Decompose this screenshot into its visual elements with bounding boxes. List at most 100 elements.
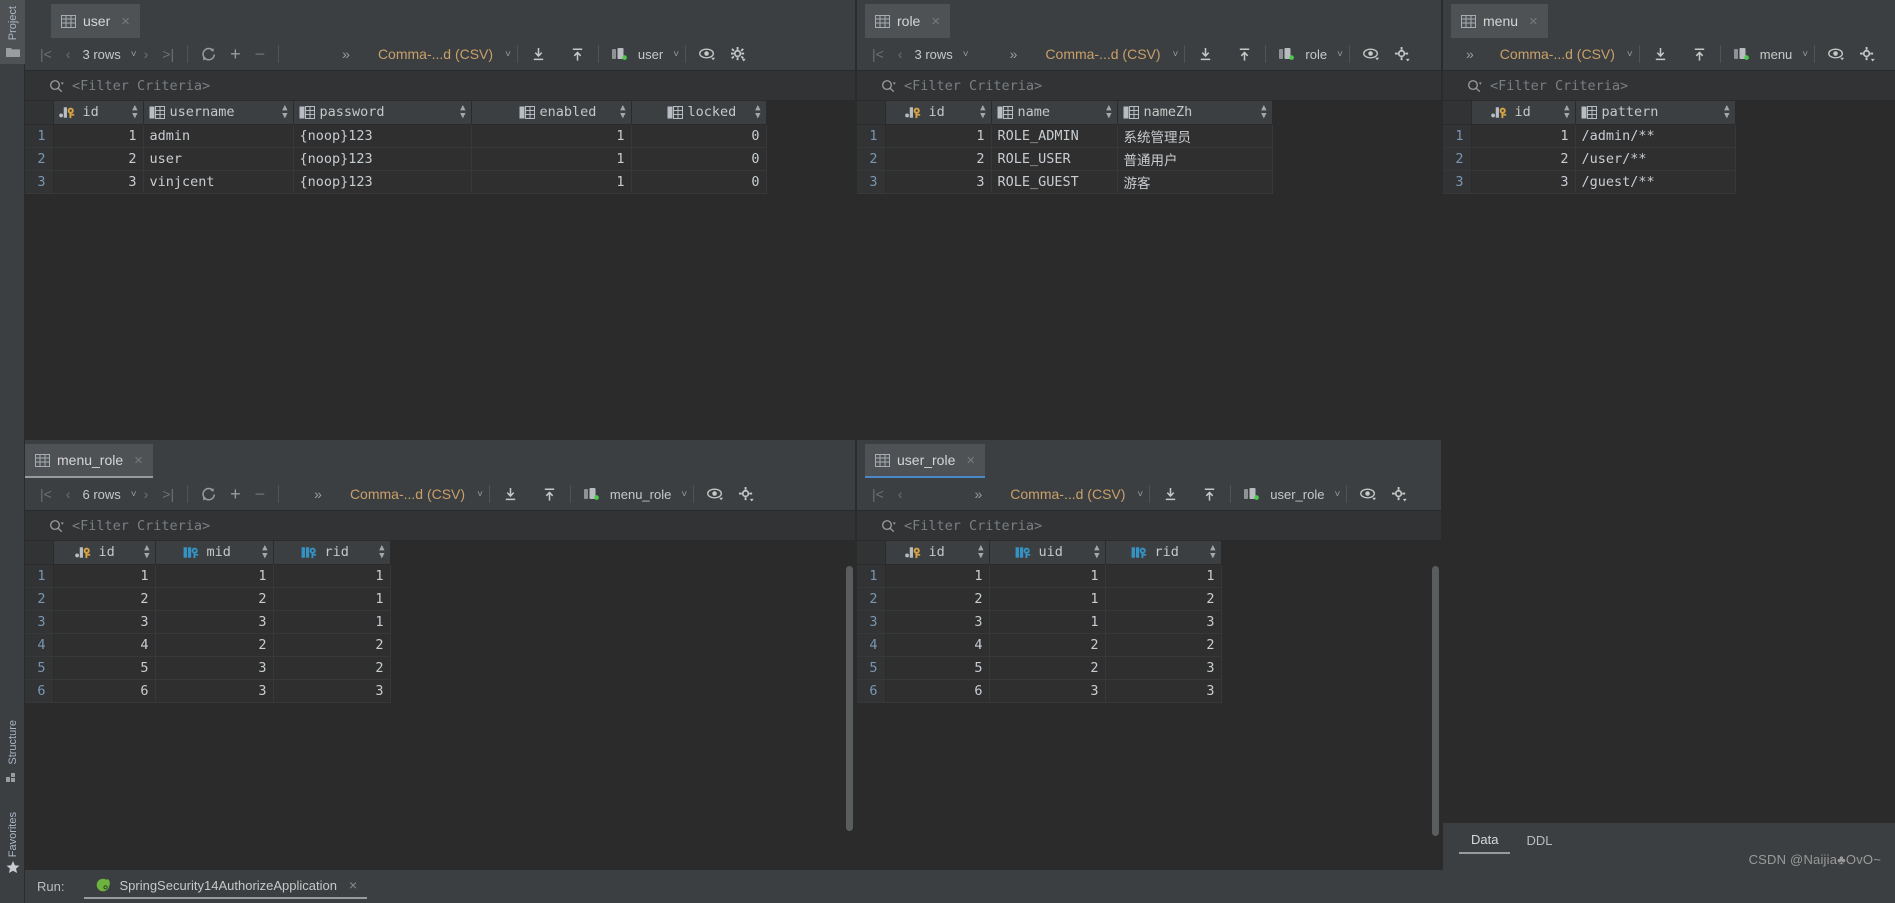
datasource-label[interactable]: menu_role <box>607 481 676 507</box>
search-icon[interactable] <box>881 519 896 533</box>
cell-id[interactable]: 1 <box>1471 124 1576 148</box>
download-icon[interactable] <box>524 41 553 67</box>
cell-uid[interactable]: 1 <box>989 564 1106 588</box>
upload-icon[interactable] <box>563 41 592 67</box>
sort-icon[interactable]: ▲ ▼ <box>1210 544 1215 561</box>
chevron-down-icon[interactable]: ˅ <box>477 489 483 500</box>
table-body[interactable]: 1111 2212 3313 4422 5523 6633 <box>857 564 1441 703</box>
chevron-down-icon[interactable]: ˅ <box>963 49 969 60</box>
cell-rid[interactable]: 3 <box>1105 656 1222 680</box>
col-header-enabled[interactable]: enabled ▲ ▼ <box>471 101 632 125</box>
cell-id[interactable]: 2 <box>885 587 990 611</box>
col-header-id[interactable]: id ▲ ▼ <box>1471 101 1576 125</box>
sort-icon[interactable]: ▲ ▼ <box>132 104 137 121</box>
add-row-button[interactable]: + <box>223 41 248 67</box>
col-header-id[interactable]: id ▲ ▼ <box>53 541 156 565</box>
cell-uid[interactable]: 2 <box>989 633 1106 657</box>
tab-user-role[interactable]: user_role × <box>865 444 986 478</box>
tab-menu-role[interactable]: menu_role × <box>25 444 153 478</box>
eye-icon[interactable] <box>700 481 731 507</box>
sort-icon[interactable]: ▲ ▼ <box>980 104 985 121</box>
close-icon[interactable]: × <box>931 13 940 30</box>
sort-icon[interactable]: ▲ ▼ <box>379 544 384 561</box>
data-grid-user-role[interactable]: id ▲ ▼ uid ▲ ▼ rid ▲ ▼ 1111 2212 331 3 4… <box>857 541 1441 861</box>
cell-uid[interactable]: 2 <box>989 656 1106 680</box>
sort-icon[interactable]: ▲ ▼ <box>460 104 465 121</box>
eye-icon[interactable] <box>692 41 723 67</box>
col-header-name[interactable]: name ▲ ▼ <box>991 101 1118 125</box>
cell-uid[interactable]: 1 <box>989 587 1106 611</box>
sort-icon[interactable]: ▲ ▼ <box>620 104 625 121</box>
col-header-pattern[interactable]: pattern ▲ ▼ <box>1575 101 1736 125</box>
chevron-down-icon[interactable]: ˅ <box>1627 49 1633 60</box>
last-page-button[interactable]: >| <box>155 41 181 67</box>
col-header-id[interactable]: id ▲ ▼ <box>885 541 990 565</box>
table-row[interactable]: 3313 <box>857 610 1441 634</box>
cell-rid[interactable]: 3 <box>1105 679 1222 703</box>
export-format-label[interactable]: Comma-...d (CSV) <box>1003 481 1132 507</box>
cell-username[interactable]: vinjcent <box>143 170 294 194</box>
sort-icon[interactable]: ▲ ▼ <box>144 544 149 561</box>
result-table[interactable]: id ▲ ▼ name ▲ ▼ nameZh ▲ ▼ 1 1 ROLE_ADMI… <box>857 101 1441 194</box>
table-row[interactable]: 4422 <box>25 633 855 657</box>
filter-bar[interactable]: <Filter Criteria> <box>857 71 1441 101</box>
table-row[interactable]: 1 1 /admin/** <box>1443 124 1895 148</box>
cell-locked[interactable]: 0 <box>631 170 767 194</box>
filter-bar[interactable]: <Filter Criteria> <box>857 511 1441 541</box>
data-grid-role[interactable]: id ▲ ▼ name ▲ ▼ nameZh ▲ ▼ 1 1 ROLE_ADMI… <box>857 101 1441 431</box>
sort-icon[interactable]: ▲ ▼ <box>755 104 760 121</box>
chevron-down-icon[interactable]: ˅ <box>1137 489 1143 500</box>
cell-id[interactable]: 2 <box>885 147 992 171</box>
table-body[interactable]: 1 1 ROLE_ADMIN 系统管理员 2 2 ROLE_USER 普通用户 <box>857 124 1441 194</box>
prev-page-button[interactable]: ‹ <box>59 481 78 507</box>
cell-id[interactable]: 4 <box>53 633 156 657</box>
cell-mid[interactable]: 3 <box>155 656 274 680</box>
chevron-down-icon[interactable]: ˅ <box>673 49 679 60</box>
cell-rid[interactable]: 3 <box>1105 610 1222 634</box>
search-icon[interactable] <box>49 519 64 533</box>
more-actions-button[interactable]: » <box>1003 41 1025 67</box>
col-header-rid[interactable]: rid ▲ ▼ <box>273 541 391 565</box>
row-count-label[interactable]: 3 rows <box>77 41 125 67</box>
table-body[interactable]: 1 1 admin {noop}123 1 0 2 2 user {noop}1… <box>25 124 855 194</box>
table-row[interactable]: 4422 <box>857 633 1441 657</box>
cell-rid[interactable]: 2 <box>273 656 391 680</box>
cell-mid[interactable]: 3 <box>155 679 274 703</box>
vertical-scrollbar[interactable] <box>846 566 853 831</box>
eye-icon[interactable] <box>1353 481 1384 507</box>
gear-icon[interactable] <box>1384 481 1415 507</box>
prev-page-button[interactable]: ‹ <box>891 41 910 67</box>
upload-icon[interactable] <box>1685 41 1714 67</box>
filter-input[interactable]: <Filter Criteria> <box>72 518 210 534</box>
datasource-label[interactable]: menu <box>1757 41 1798 67</box>
tab-role[interactable]: role × <box>865 4 951 38</box>
chevron-down-icon[interactable]: ˅ <box>681 489 687 500</box>
cell-mid[interactable]: 2 <box>155 587 274 611</box>
cell-nameZh[interactable]: 普通用户 <box>1117 147 1273 171</box>
cell-rid[interactable]: 3 <box>273 679 391 703</box>
row-count-label[interactable] <box>909 481 919 507</box>
export-format-label[interactable]: Comma-...d (CSV) <box>1038 41 1167 67</box>
remove-row-button[interactable]: − <box>248 41 273 67</box>
download-icon[interactable] <box>496 481 525 507</box>
table-row[interactable]: 1 1 admin {noop}123 1 0 <box>25 124 855 148</box>
cell-rid[interactable]: 2 <box>1105 587 1222 611</box>
export-format-label[interactable]: Comma-...d (CSV) <box>1493 41 1622 67</box>
prev-page-button[interactable]: ‹ <box>59 41 78 67</box>
cell-password[interactable]: {noop}123 <box>293 170 472 194</box>
cell-nameZh[interactable]: 系统管理员 <box>1117 124 1273 148</box>
chevron-down-icon[interactable]: ˅ <box>505 49 511 60</box>
last-page-button[interactable]: >| <box>155 481 181 507</box>
table-row[interactable]: 1111 <box>857 564 1441 588</box>
cell-username[interactable]: user <box>143 147 294 171</box>
sort-icon[interactable]: ▲ ▼ <box>1106 104 1111 121</box>
col-header-id[interactable]: id ▲ ▼ <box>53 101 144 125</box>
cell-id[interactable]: 3 <box>885 610 990 634</box>
chevron-down-icon[interactable]: ˅ <box>1337 49 1343 60</box>
result-table[interactable]: id ▲ ▼ mid ▲ ▼ rid ▲ ▼ 1111 2221 333 1 4… <box>25 541 855 703</box>
sort-icon[interactable]: ▲ ▼ <box>978 544 983 561</box>
sort-icon[interactable]: ▲ ▼ <box>1564 104 1569 121</box>
cell-username[interactable]: admin <box>143 124 294 148</box>
filter-bar[interactable]: <Filter Criteria> <box>1443 71 1895 101</box>
cell-id[interactable]: 3 <box>53 610 156 634</box>
